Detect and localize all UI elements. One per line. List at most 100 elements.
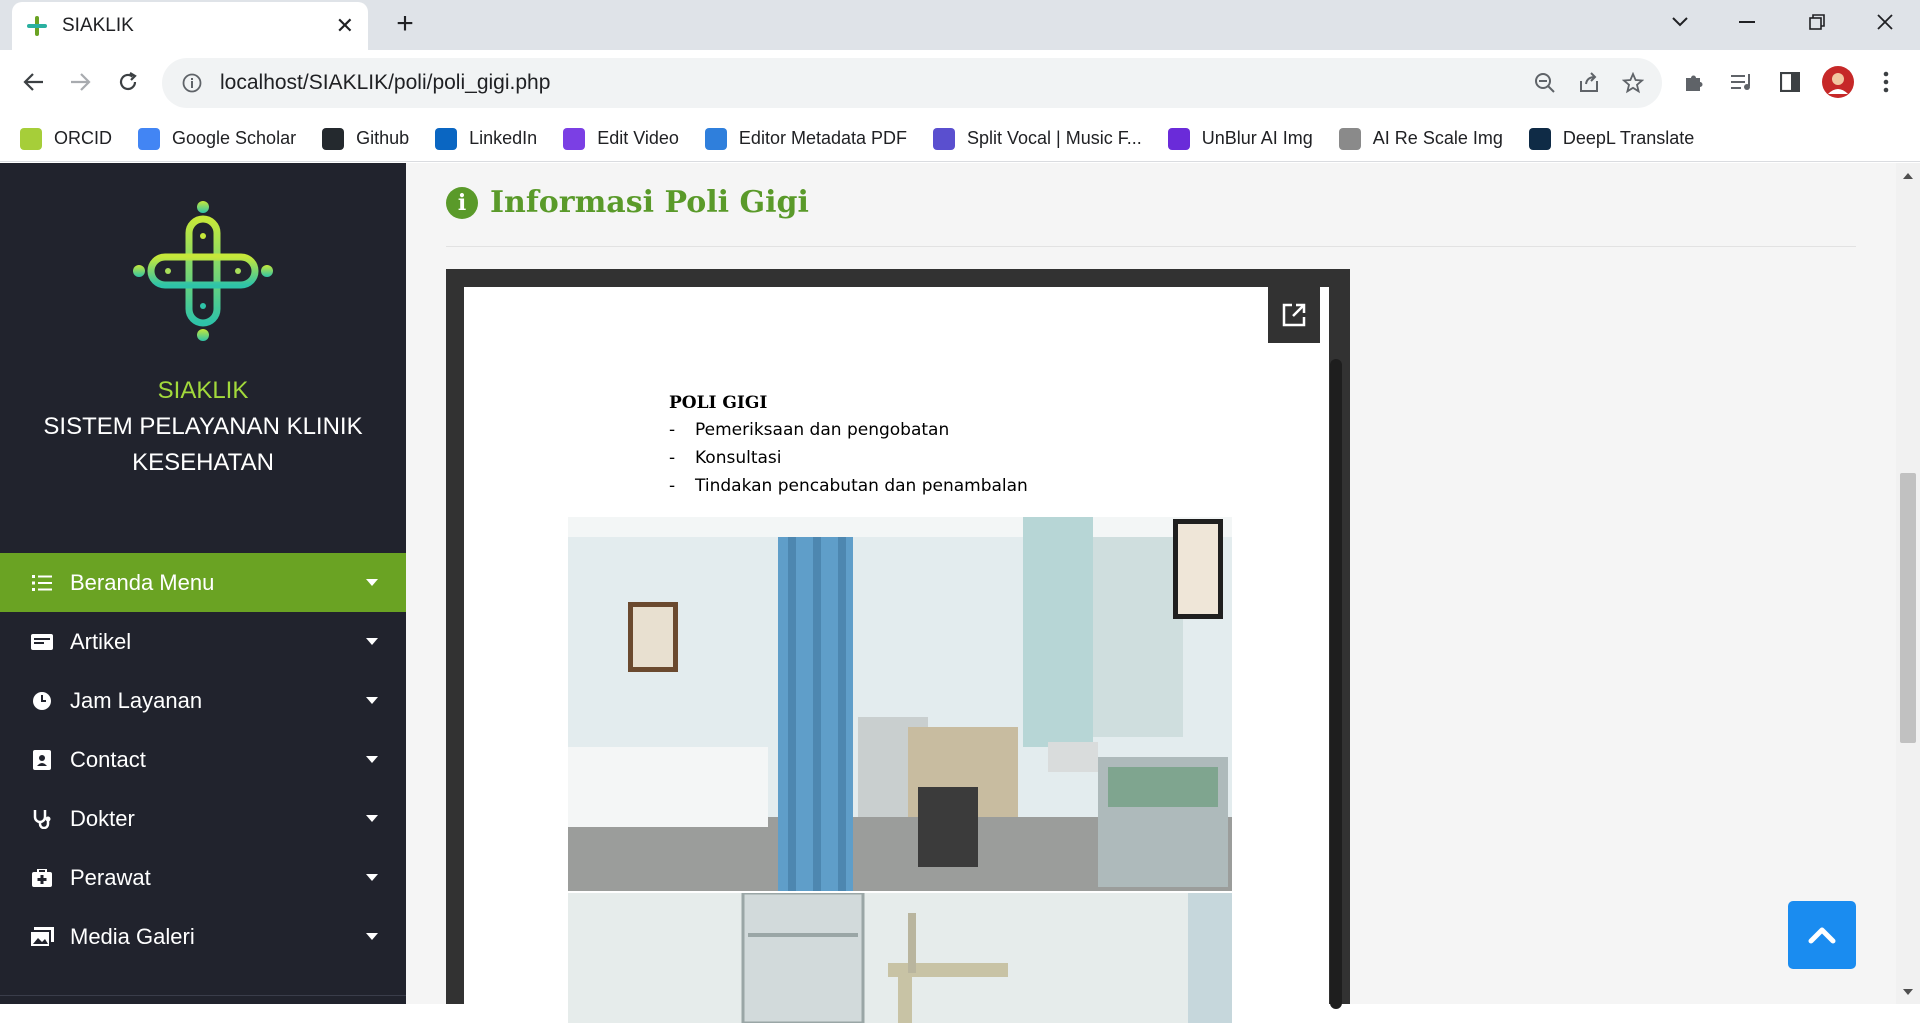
pdf-scrollbar[interactable] — [1330, 359, 1342, 1009]
bookmark-item[interactable]: DeepL Translate — [1528, 127, 1695, 150]
pdf-viewer[interactable]: POLI GIGI - Pemeriksaan dan pengobatan -K… — [446, 269, 1350, 1023]
contact-book-icon — [30, 748, 54, 772]
profile-avatar[interactable] — [1818, 62, 1858, 102]
sidebar-item-label: Perawat — [70, 864, 151, 890]
close-window-button[interactable] — [1850, 0, 1920, 44]
info-icon: i — [446, 186, 478, 219]
deepl-icon — [1528, 127, 1551, 150]
forward-button[interactable] — [60, 62, 100, 102]
bookmark-star-icon[interactable] — [1622, 72, 1644, 94]
bookmark-label: UnBlur AI Img — [1201, 128, 1313, 148]
bookmarks-bar: ORCID Google Scholar Github LinkedIn Edit Vi… — [0, 116, 1920, 162]
sidebar-item-media-galeri[interactable]: Media Galeri — [0, 907, 406, 966]
brand-block: SIAKLIK SISTEM PELAYANAN KLINIK KESEHATA… — [0, 373, 406, 481]
sidebar-item-jam-layanan[interactable]: Jam Layanan — [0, 671, 406, 730]
pdf-page: POLI GIGI - Pemeriksaan dan pengobatan -K… — [464, 287, 1329, 1023]
browser-tab[interactable]: SIAKLIK ✕ — [12, 2, 368, 50]
bookmark-item[interactable]: UnBlur AI Img — [1167, 127, 1313, 150]
bookmark-item[interactable]: AI Re Scale Img — [1338, 127, 1503, 150]
sidebar-item-perawat[interactable]: Perawat — [0, 848, 406, 907]
rescale-icon — [1338, 127, 1361, 150]
tab-title: SIAKLIK — [62, 15, 134, 36]
siaklik-favicon-icon — [27, 16, 47, 36]
bookmark-label: Split Vocal | Music F... — [967, 128, 1142, 148]
bookmark-item[interactable]: LinkedIn — [435, 127, 538, 150]
url-text[interactable]: localhost/SIAKLIK/poli/poli_gigi.php — [220, 71, 550, 95]
chrome-menu-icon[interactable] — [1866, 62, 1906, 102]
sidebar-divider — [0, 995, 406, 996]
bookmark-item[interactable]: ORCID — [20, 127, 112, 150]
caret-down-icon[interactable] — [366, 697, 378, 704]
sidebar-item-beranda-menu[interactable]: Beranda Menu — [0, 553, 406, 612]
photo-gallery-icon — [30, 925, 54, 949]
tab-search-icon[interactable] — [1645, 0, 1715, 44]
sidebar-item-label: Artikel — [70, 628, 132, 654]
reload-button[interactable] — [108, 62, 148, 102]
bookmark-item[interactable]: Github — [322, 127, 410, 150]
scroll-down-arrow-icon[interactable] — [1903, 989, 1913, 995]
caret-down-icon[interactable] — [366, 756, 378, 763]
new-tab-button[interactable]: + — [384, 6, 426, 42]
open-in-new-icon[interactable] — [1268, 287, 1320, 343]
extensions-puzzle-icon[interactable] — [1674, 62, 1714, 102]
cloud-gear-icon — [704, 127, 727, 150]
media-control-icon[interactable] — [1722, 62, 1762, 102]
back-button[interactable] — [14, 62, 54, 102]
bookmark-label: Editor Metadata PDF — [738, 128, 907, 148]
stethoscope-icon — [30, 807, 54, 831]
caret-down-icon[interactable] — [366, 638, 378, 645]
browser-tabbar: SIAKLIK ✕ + — [0, 0, 1920, 50]
sidebar-menu: Beranda Menu Artikel Jam Layanan Contact Dok… — [0, 553, 406, 966]
share-icon[interactable] — [1578, 72, 1600, 94]
app-name: SIAKLIK — [157, 377, 249, 404]
zoom-out-icon[interactable] — [1534, 72, 1556, 94]
bookmark-label: ORCID — [54, 128, 112, 148]
document-title: POLI GIGI — [669, 393, 768, 413]
page-scrollbar[interactable] — [1896, 163, 1920, 1004]
minimize-button[interactable] — [1712, 0, 1782, 44]
scrollbar-thumb[interactable] — [1900, 473, 1916, 743]
page-title: Informasi Poli Gigi — [490, 185, 809, 220]
document-list-item: - Tindakan pencabutan dan penambalan — [669, 476, 1028, 496]
bookmark-label: Github — [356, 128, 410, 148]
sidebar-item-dokter[interactable]: Dokter — [0, 789, 406, 848]
newspaper-icon — [30, 630, 54, 654]
bookmark-label: AI Re Scale Img — [1372, 128, 1503, 148]
heading-divider — [446, 246, 1856, 247]
browser-toolbar: localhost/SIAKLIK/poli/poli_gigi.php — [0, 50, 1920, 116]
page-heading: i Informasi Poli Gigi — [446, 185, 809, 220]
bookmark-label: LinkedIn — [469, 128, 538, 148]
caret-down-icon[interactable] — [366, 874, 378, 881]
caret-down-icon[interactable] — [366, 933, 378, 940]
sidebar-item-label: Jam Layanan — [70, 687, 203, 713]
bookmark-label: DeepL Translate — [1562, 128, 1695, 148]
document-list-item: - Pemeriksaan dan pengobatan — [669, 420, 950, 440]
google-scholar-icon — [138, 127, 160, 150]
caret-down-icon[interactable] — [366, 815, 378, 822]
close-tab-icon[interactable]: ✕ — [336, 13, 354, 39]
sidebar-item-contact[interactable]: Contact — [0, 730, 406, 789]
sidebar: SIAKLIK SISTEM PELAYANAN KLINIK KESEHATA… — [0, 163, 406, 1004]
dental-room-photo — [568, 517, 1232, 891]
caret-down-icon[interactable] — [366, 579, 378, 586]
address-bar[interactable]: localhost/SIAKLIK/poli/poli_gigi.php — [162, 58, 1662, 108]
linkedin-icon — [435, 127, 458, 150]
webpage: SIAKLIK SISTEM PELAYANAN KLINIK KESEHATA… — [0, 163, 1920, 1023]
bookmark-item[interactable]: Editor Metadata PDF — [704, 127, 907, 150]
bookmark-item[interactable]: Split Vocal | Music F... — [933, 127, 1142, 150]
bookmark-item[interactable]: Edit Video — [563, 127, 679, 150]
orcid-icon — [20, 127, 42, 150]
clock-icon — [30, 689, 54, 713]
bookmark-item[interactable]: Google Scholar — [138, 127, 297, 150]
bookmark-label: Google Scholar — [172, 128, 297, 148]
bookmark-label: Edit Video — [597, 128, 679, 148]
restore-button[interactable] — [1782, 0, 1852, 44]
vocal-remover-icon — [933, 127, 955, 150]
site-info-icon[interactable] — [182, 73, 202, 93]
side-panel-icon[interactable] — [1770, 62, 1810, 102]
github-icon — [322, 127, 345, 150]
app-subtitle-line2: KESEHATAN — [132, 449, 274, 476]
scroll-to-top-button[interactable] — [1788, 901, 1856, 969]
scroll-up-arrow-icon[interactable] — [1903, 173, 1913, 179]
sidebar-item-artikel[interactable]: Artikel — [0, 612, 406, 671]
